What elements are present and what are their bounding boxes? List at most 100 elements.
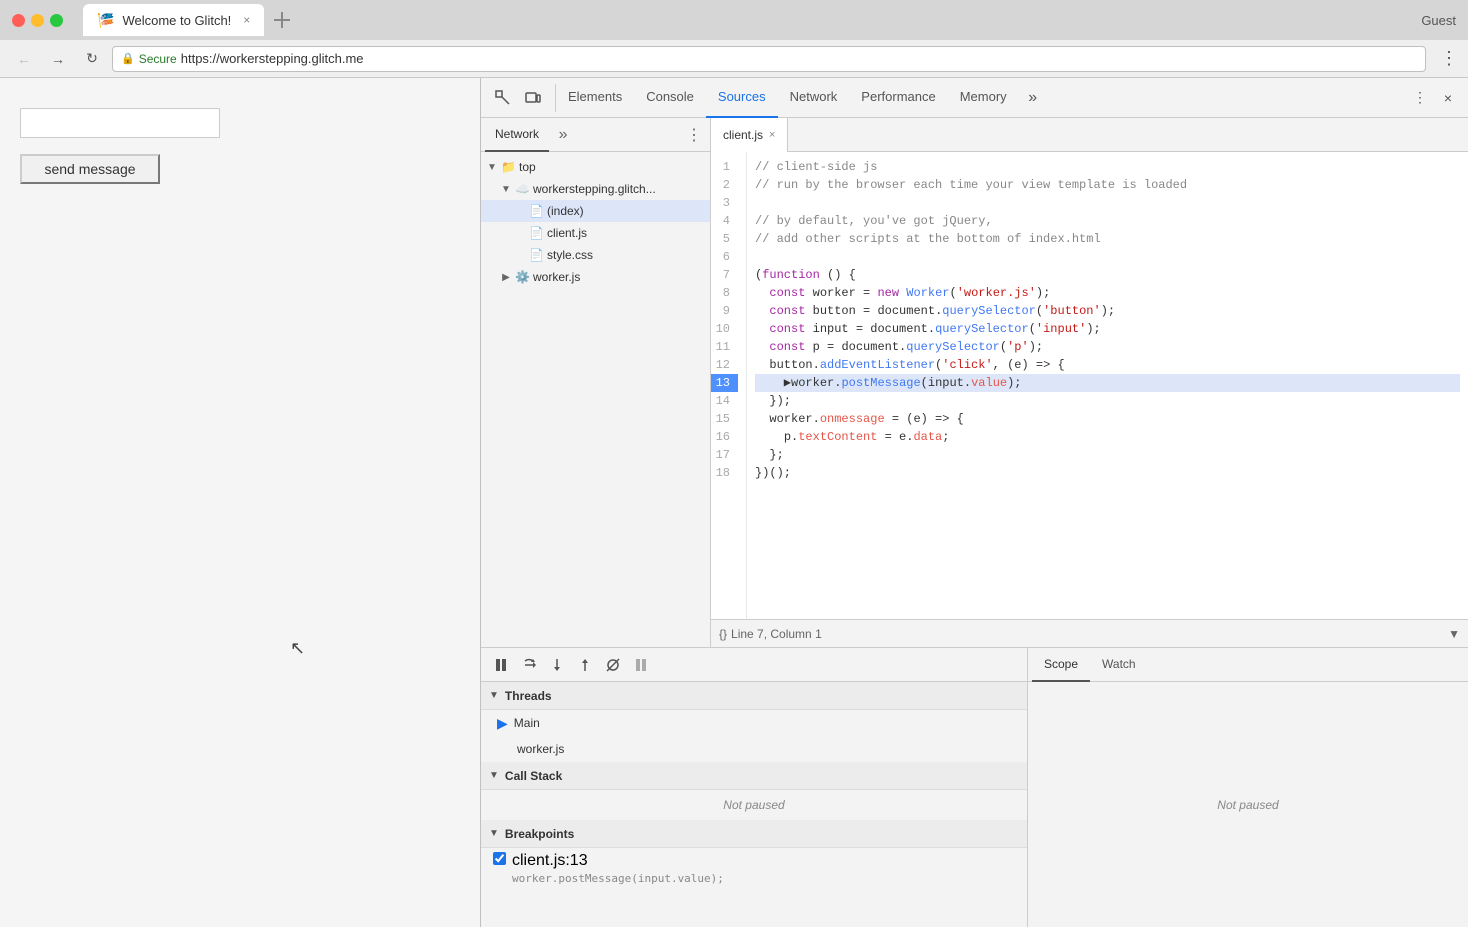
pause-on-exceptions-btn[interactable] <box>629 653 653 677</box>
tree-arrow-domain[interactable]: ▼ <box>499 182 513 196</box>
code-line-15: worker.onmessage = (e) => { <box>755 410 1460 428</box>
tab-title: Welcome to Glitch! <box>122 13 231 28</box>
tab-memory[interactable]: Memory <box>948 78 1019 118</box>
tab-performance[interactable]: Performance <box>849 78 947 118</box>
editor-panel: client.js × 1 2 3 4 5 6 <box>711 118 1468 647</box>
code-line-7: (function () { <box>755 266 1460 284</box>
message-input[interactable] <box>20 108 220 138</box>
minimize-traffic-light[interactable] <box>31 14 44 27</box>
breakpoints-title: Breakpoints <box>505 827 574 841</box>
editor-tab-close-btn[interactable]: × <box>769 129 775 141</box>
breakpoints-section-header[interactable]: ▼ Breakpoints <box>481 820 1027 848</box>
line-num-16: 16 <box>711 428 738 446</box>
tab-close-btn[interactable]: × <box>243 13 250 27</box>
line-num-6: 6 <box>711 248 738 266</box>
step-into-btn[interactable] <box>545 653 569 677</box>
watch-tab[interactable]: Watch <box>1090 648 1148 682</box>
line-numbers: 1 2 3 4 5 6 7 8 9 10 11 <box>711 152 747 619</box>
tab-favicon: 🎏 <box>97 12 114 29</box>
devtools-panel: Elements Console Sources Network Perform… <box>480 78 1468 927</box>
code-line-14: }); <box>755 392 1460 410</box>
tree-item-stylecss[interactable]: 📄 style.css <box>481 244 710 266</box>
breakpoint-item-0: client.js:13 worker.postMessage(input.va… <box>481 848 1027 889</box>
editor-tab-clientjs[interactable]: client.js × <box>711 118 788 152</box>
threads-arrow: ▼ <box>489 690 499 701</box>
code-line-5: // add other scripts at the bottom of in… <box>755 230 1460 248</box>
debug-content: ▼ Threads ▶ Main worker.js <box>481 682 1027 927</box>
breakpoint-checkbox-0[interactable] <box>493 852 506 865</box>
line-num-15: 15 <box>711 410 738 428</box>
code-line-10: const input = document.querySelector('in… <box>755 320 1460 338</box>
threads-title: Threads <box>505 689 552 703</box>
back-btn[interactable]: ← <box>10 45 38 73</box>
tree-item-workerjs[interactable]: ▶ ⚙️ worker.js <box>481 266 710 288</box>
browser-window: 🎏 Welcome to Glitch! × Guest ← → ↻ 🔒 Sec… <box>0 0 1468 927</box>
thread-workerjs-label: worker.js <box>517 742 564 756</box>
devtools-close-btn[interactable]: × <box>1436 86 1460 110</box>
tree-item-top[interactable]: ▼ 📁 top <box>481 156 710 178</box>
devtools-more-btn[interactable]: ⋮ <box>1408 86 1432 110</box>
secure-label: Secure <box>139 52 177 66</box>
panel-tab-network[interactable]: Network <box>485 118 549 152</box>
call-stack-not-paused: Not paused <box>481 790 1027 820</box>
pause-btn[interactable] <box>489 653 513 677</box>
address-bar[interactable]: 🔒 Secure https://workerstepping.glitch.m… <box>112 46 1426 72</box>
scope-content: Not paused <box>1028 682 1468 927</box>
tab-elements[interactable]: Elements <box>556 78 634 118</box>
thread-workerjs[interactable]: worker.js <box>481 736 1027 762</box>
code-line-8: const worker = new Worker('worker.js'); <box>755 284 1460 302</box>
editor-status-bar: {} Line 7, Column 1 ▼ <box>711 619 1468 647</box>
code-line-17: }; <box>755 446 1460 464</box>
reload-btn[interactable]: ↻ <box>78 45 106 73</box>
tree-item-index[interactable]: 📄 (index) <box>481 200 710 222</box>
nav-bar: ← → ↻ 🔒 Secure https://workerstepping.gl… <box>0 40 1468 78</box>
content-area: send message ↖ Elements <box>0 78 1468 927</box>
more-tabs-btn[interactable]: » <box>1019 78 1047 118</box>
line-num-17: 17 <box>711 446 738 464</box>
debugger-panel: ▼ Threads ▶ Main worker.js <box>481 648 1028 927</box>
secure-icon: 🔒 <box>121 52 135 65</box>
breakpoint-details-0: client.js:13 worker.postMessage(input.va… <box>512 852 724 885</box>
deactivate-breakpoints-btn[interactable] <box>601 653 625 677</box>
thread-active-icon: ▶ <box>497 715 508 732</box>
scope-tab[interactable]: Scope <box>1032 648 1090 682</box>
device-toggle-icon[interactable] <box>519 84 547 112</box>
maximize-traffic-light[interactable] <box>50 14 63 27</box>
tree-arrow-index <box>513 204 527 218</box>
code-line-13: ▶worker.postMessage(input.value); <box>755 374 1460 392</box>
tree-label-workerjs: worker.js <box>533 270 580 284</box>
status-expand-btn[interactable]: ▼ <box>1448 627 1460 641</box>
panel-tab-menu-btn[interactable]: ⋮ <box>682 123 706 147</box>
new-tab-btn[interactable] <box>268 6 296 34</box>
tree-arrow-top[interactable]: ▼ <box>485 160 499 174</box>
tree-item-clientjs[interactable]: 📄 client.js <box>481 222 710 244</box>
threads-section-header[interactable]: ▼ Threads <box>481 682 1027 710</box>
step-out-btn[interactable] <box>573 653 597 677</box>
code-editor-area[interactable]: 1 2 3 4 5 6 7 8 9 10 11 <box>711 152 1468 619</box>
devtools-tabs: Elements Console Sources Network Perform… <box>556 78 1400 118</box>
line-num-7: 7 <box>711 266 738 284</box>
tab-console[interactable]: Console <box>634 78 706 118</box>
devtools-icon-group <box>481 84 556 112</box>
code-line-3 <box>755 194 1460 212</box>
breakpoint-code-0: worker.postMessage(input.value); <box>512 872 724 885</box>
tab-sources[interactable]: Sources <box>706 78 778 118</box>
send-message-button[interactable]: send message <box>20 154 160 184</box>
call-stack-section-header[interactable]: ▼ Call Stack <box>481 762 1027 790</box>
inspector-icon[interactable] <box>489 84 517 112</box>
browser-menu-btn[interactable]: ⋮ <box>1440 48 1458 69</box>
code-line-18: })(); <box>755 464 1460 482</box>
line-num-2: 2 <box>711 176 738 194</box>
tree-arrow-workerjs[interactable]: ▶ <box>499 270 513 284</box>
step-over-btn[interactable] <box>517 653 541 677</box>
title-bar: 🎏 Welcome to Glitch! × Guest <box>0 0 1468 40</box>
thread-main[interactable]: ▶ Main <box>481 710 1027 736</box>
status-brackets: {} <box>719 627 727 641</box>
browser-tab[interactable]: 🎏 Welcome to Glitch! × <box>83 4 264 36</box>
panel-tab-more-btn[interactable]: » <box>551 123 575 147</box>
devtools-actions: ⋮ × <box>1400 86 1468 110</box>
forward-btn[interactable]: → <box>44 45 72 73</box>
close-traffic-light[interactable] <box>12 14 25 27</box>
tab-network[interactable]: Network <box>778 78 850 118</box>
tree-item-domain[interactable]: ▼ ☁️ workerstepping.glitch... <box>481 178 710 200</box>
